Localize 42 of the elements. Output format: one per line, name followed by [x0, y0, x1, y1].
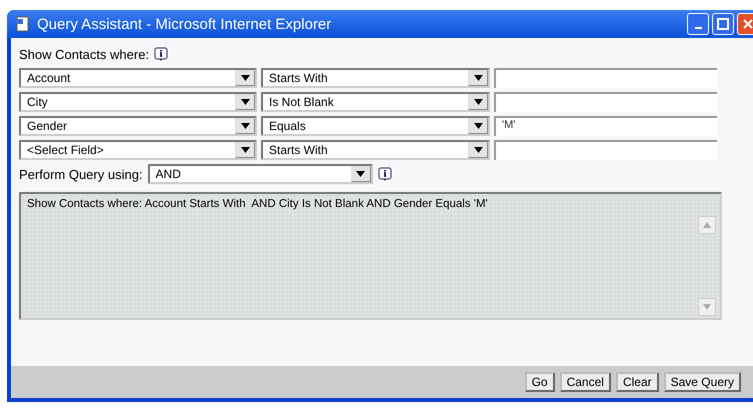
maximize-button[interactable] [712, 13, 734, 35]
dropdown-arrow-icon [240, 75, 250, 81]
operator-dropdown[interactable]: Equals [261, 116, 490, 136]
page-icon [15, 16, 31, 32]
field-dropdown[interactable]: City [19, 92, 257, 112]
minimize-button[interactable] [687, 13, 709, 35]
dropdown-arrow-icon [474, 75, 482, 81]
dialog-button[interactable]: Cancel [560, 372, 611, 392]
dropdown-arrow-icon [474, 99, 482, 105]
dropdown-arrow-icon [240, 147, 250, 153]
window-title: Query Assistant - Microsoft Internet Explorer [37, 16, 332, 32]
logic-dropdown[interactable]: AND [148, 164, 373, 184]
dialog-button[interactable]: Go [524, 372, 555, 392]
dropdown-arrow-icon [240, 99, 250, 105]
query-summary-text: Show Contacts where: Account Starts With AND City Is Not Blank AND Gender Equals 'M' [27, 198, 489, 210]
value-input[interactable]: 'M' [494, 116, 717, 136]
dropdown-arrow-icon [240, 123, 250, 129]
value-input[interactable] [494, 92, 717, 112]
dropdown-arrow-icon [356, 171, 366, 177]
close-icon [743, 19, 753, 29]
value-input[interactable] [494, 68, 717, 88]
info-icon[interactable] [154, 46, 168, 62]
close-button[interactable] [737, 13, 753, 35]
query-summary-box[interactable]: Show Contacts where: Account Starts With AND City Is Not Blank AND Gender Equals 'M' [19, 192, 722, 320]
dialog-button[interactable]: Save Query [664, 372, 741, 392]
field-dropdown[interactable]: Gender [19, 116, 257, 136]
maximize-icon [717, 18, 729, 30]
operator-dropdown[interactable]: Starts With [261, 140, 490, 160]
value-input[interactable] [494, 140, 717, 160]
dropdown-arrow-icon [474, 123, 482, 129]
up-arrow-icon [703, 222, 711, 228]
info-icon[interactable] [378, 166, 392, 182]
dropdown-arrow-icon [474, 147, 482, 153]
operator-dropdown[interactable]: Starts With [261, 68, 490, 88]
minimize-icon [694, 27, 702, 29]
heading-label: Show Contacts where: [19, 46, 150, 62]
down-arrow-icon [703, 304, 711, 310]
operator-dropdown[interactable]: Is Not Blank [261, 92, 490, 112]
dialog-button[interactable]: Clear [616, 372, 659, 392]
field-dropdown[interactable]: <Select Field> [19, 140, 257, 160]
perform-label: Perform Query using: [19, 166, 143, 182]
field-dropdown[interactable]: Account [19, 68, 257, 88]
